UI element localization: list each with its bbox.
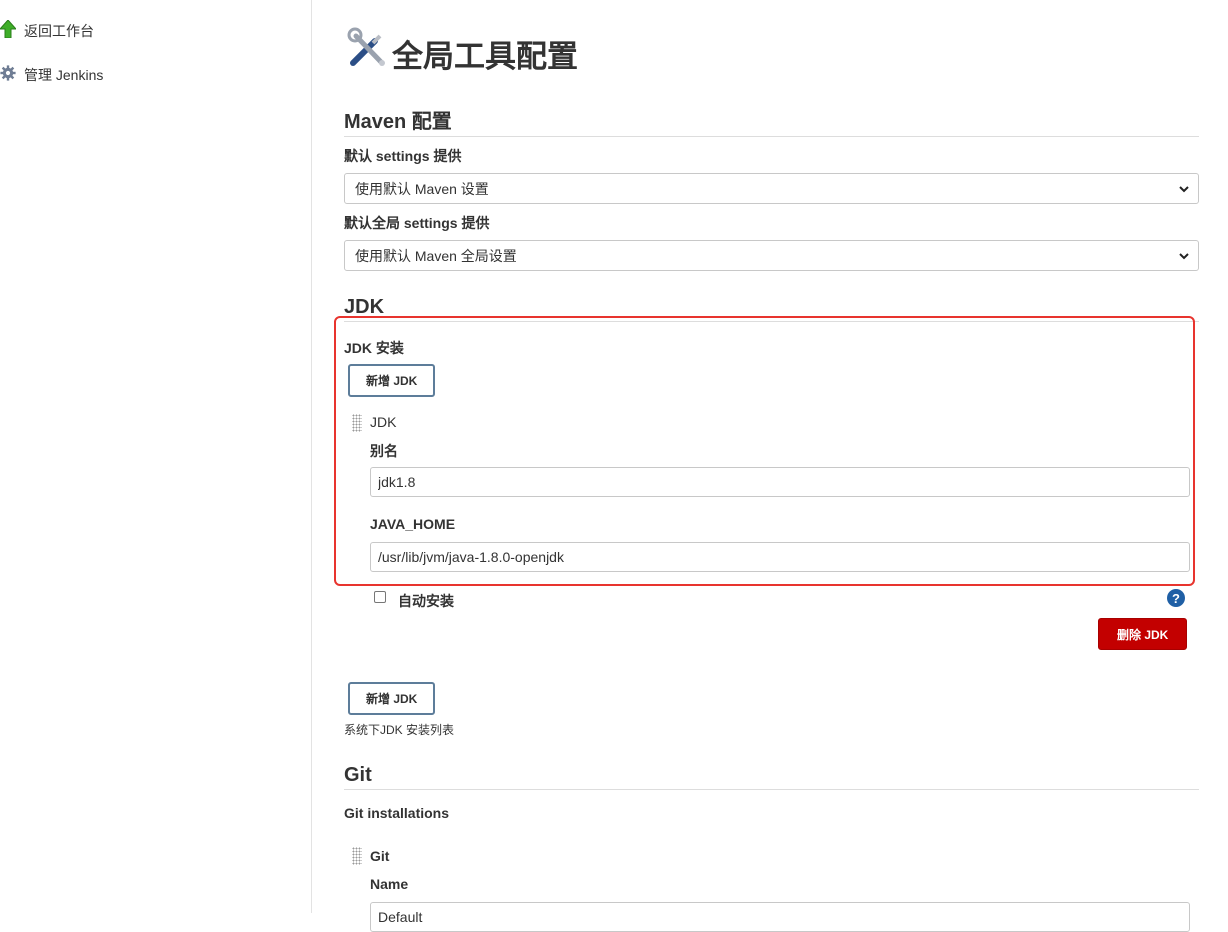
maven-settings-value: 使用默认 Maven 设置 — [355, 180, 489, 197]
git-name-input[interactable] — [370, 902, 1190, 932]
jdk-section-title: JDK — [344, 296, 1199, 322]
help-icon[interactable]: ? — [1167, 589, 1185, 607]
chevron-down-icon — [1178, 182, 1190, 198]
delete-jdk-button[interactable]: 删除 JDK — [1098, 618, 1188, 650]
page-title: 全局工具配置 — [344, 27, 578, 76]
sidebar-item-manage-jenkins[interactable]: 管理 Jenkins — [0, 63, 103, 86]
auto-install-label: 自动安装 — [398, 593, 454, 609]
maven-section-title: Maven 配置 — [344, 105, 1199, 137]
maven-settings-label: 默认 settings 提供 — [344, 148, 462, 164]
git-item-title: Git — [370, 848, 390, 864]
drag-handle-icon[interactable] — [352, 414, 362, 432]
sidebar-item-label: 返回工作台 — [24, 22, 94, 39]
git-section-title: Git — [344, 764, 1199, 790]
jdk-alias-label: 别名 — [370, 443, 398, 459]
auto-install-checkbox[interactable] — [374, 591, 386, 603]
jdk-alias-input[interactable] — [370, 467, 1190, 497]
tools-icon — [344, 26, 390, 80]
jdk-item-title: JDK — [370, 414, 397, 430]
git-installations-label: Git installations — [344, 805, 450, 821]
up-arrow-icon — [0, 19, 18, 41]
maven-global-settings-label: 默认全局 settings 提供 — [344, 215, 490, 231]
add-jdk-button[interactable]: 新增 JDK — [348, 364, 436, 397]
sidebar-item-back-to-dashboard[interactable]: 返回工作台 — [0, 19, 94, 41]
maven-global-settings-select[interactable]: 使用默认 Maven 全局设置 — [344, 240, 1199, 271]
gear-icon — [0, 63, 16, 86]
maven-settings-select[interactable]: 使用默认 Maven 设置 — [344, 173, 1199, 204]
git-name-label: Name — [370, 876, 409, 892]
java-home-input[interactable] — [370, 542, 1190, 572]
drag-handle-icon[interactable] — [352, 847, 362, 865]
add-jdk-button-bottom[interactable]: 新增 JDK — [348, 682, 436, 715]
sidebar-item-label: 管理 Jenkins — [24, 66, 104, 83]
jdk-install-label: JDK 安装 — [344, 340, 404, 356]
jdk-list-description: 系统下JDK 安装列表 — [344, 723, 455, 737]
chevron-down-icon — [1178, 249, 1190, 265]
maven-global-settings-value: 使用默认 Maven 全局设置 — [355, 247, 517, 264]
sidebar: 返回工作台 管理 Jenkins — [0, 0, 312, 913]
java-home-label: JAVA_HOME — [370, 516, 456, 532]
page-title-text: 全局工具配置 — [392, 38, 578, 74]
